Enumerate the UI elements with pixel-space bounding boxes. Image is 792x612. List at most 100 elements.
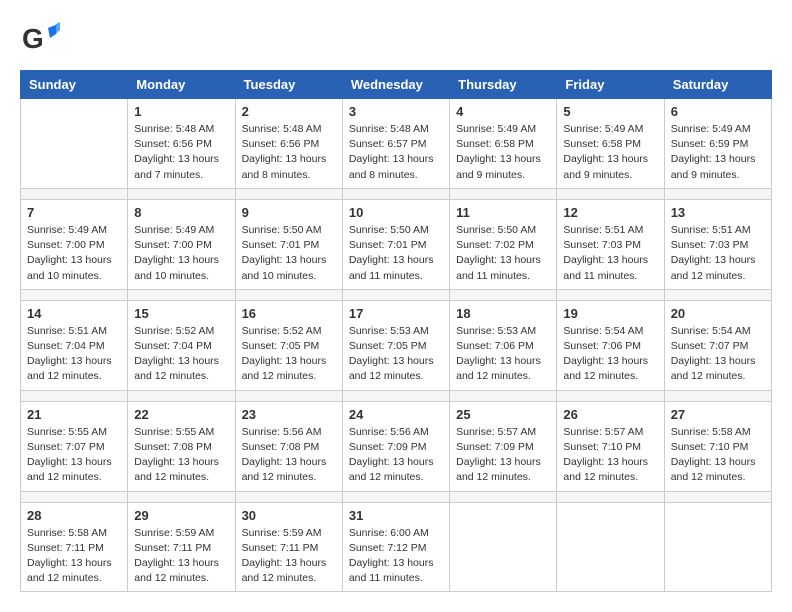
day-info: Sunrise: 5:48 AMSunset: 6:56 PMDaylight:… bbox=[242, 122, 336, 183]
day-info: Sunrise: 5:59 AMSunset: 7:11 PMDaylight:… bbox=[134, 526, 228, 587]
calendar-cell: 31 Sunrise: 6:00 AMSunset: 7:12 PMDayligh… bbox=[342, 502, 449, 592]
day-number: 24 bbox=[349, 407, 443, 422]
day-number: 11 bbox=[456, 205, 550, 220]
day-number: 31 bbox=[349, 508, 443, 523]
calendar-week-2: 7 Sunrise: 5:49 AMSunset: 7:00 PMDaylight… bbox=[21, 199, 772, 289]
day-number: 9 bbox=[242, 205, 336, 220]
day-header-monday: Monday bbox=[128, 71, 235, 99]
day-number: 14 bbox=[27, 306, 121, 321]
calendar-cell: 19 Sunrise: 5:54 AMSunset: 7:06 PMDayligh… bbox=[557, 300, 664, 390]
week-separator bbox=[21, 491, 772, 502]
calendar-cell: 21Sunrise: 5:55 AMSunset: 7:07 PMDayligh… bbox=[21, 401, 128, 491]
week-separator bbox=[21, 188, 772, 199]
day-header-wednesday: Wednesday bbox=[342, 71, 449, 99]
day-info: Sunrise: 5:51 AMSunset: 7:04 PMDaylight:… bbox=[27, 324, 121, 385]
day-info: Sunrise: 5:50 AMSunset: 7:01 PMDaylight:… bbox=[242, 223, 336, 284]
day-info: Sunrise: 6:00 AMSunset: 7:12 PMDaylight:… bbox=[349, 526, 443, 587]
day-number: 28 bbox=[27, 508, 121, 523]
calendar-cell: 25Sunrise: 5:57 AMSunset: 7:09 PMDayligh… bbox=[450, 401, 557, 491]
day-info: Sunrise: 5:51 AMSunset: 7:03 PMDaylight:… bbox=[671, 223, 765, 284]
calendar-cell: 7 Sunrise: 5:49 AMSunset: 7:00 PMDaylight… bbox=[21, 199, 128, 289]
calendar-cell: 28 Sunrise: 5:58 AMSunset: 7:11 PMDayligh… bbox=[21, 502, 128, 592]
calendar-cell: 15 Sunrise: 5:52 AMSunset: 7:04 PMDayligh… bbox=[128, 300, 235, 390]
day-info: Sunrise: 5:49 AMSunset: 6:58 PMDaylight:… bbox=[563, 122, 657, 183]
day-number: 21 bbox=[27, 407, 121, 422]
week-separator bbox=[21, 289, 772, 300]
day-info: Sunrise: 5:49 AMSunset: 7:00 PMDaylight:… bbox=[27, 223, 121, 284]
calendar-cell: 2 Sunrise: 5:48 AMSunset: 6:56 PMDaylight… bbox=[235, 99, 342, 189]
day-info: Sunrise: 5:49 AMSunset: 6:59 PMDaylight:… bbox=[671, 122, 765, 183]
day-info: Sunrise: 5:56 AMSunset: 7:09 PMDaylight:… bbox=[349, 425, 443, 486]
calendar-cell: 17Sunrise: 5:53 AMSunset: 7:05 PMDayligh… bbox=[342, 300, 449, 390]
day-info: Sunrise: 5:52 AMSunset: 7:05 PMDaylight:… bbox=[242, 324, 336, 385]
day-info: Sunrise: 5:48 AMSunset: 6:56 PMDaylight:… bbox=[134, 122, 228, 183]
calendar-cell: 3 Sunrise: 5:48 AMSunset: 6:57 PMDaylight… bbox=[342, 99, 449, 189]
calendar-cell: 5 Sunrise: 5:49 AMSunset: 6:58 PMDaylight… bbox=[557, 99, 664, 189]
day-info: Sunrise: 5:50 AMSunset: 7:01 PMDaylight:… bbox=[349, 223, 443, 284]
page-header: G bbox=[20, 20, 772, 60]
calendar-week-5: 28 Sunrise: 5:58 AMSunset: 7:11 PMDayligh… bbox=[21, 502, 772, 592]
day-number: 3 bbox=[349, 104, 443, 119]
calendar-cell: 9 Sunrise: 5:50 AMSunset: 7:01 PMDaylight… bbox=[235, 199, 342, 289]
day-number: 2 bbox=[242, 104, 336, 119]
day-number: 5 bbox=[563, 104, 657, 119]
day-number: 4 bbox=[456, 104, 550, 119]
day-info: Sunrise: 5:55 AMSunset: 7:08 PMDaylight:… bbox=[134, 425, 228, 486]
day-info: Sunrise: 5:58 AMSunset: 7:11 PMDaylight:… bbox=[27, 526, 121, 587]
day-number: 22 bbox=[134, 407, 228, 422]
day-number: 25 bbox=[456, 407, 550, 422]
calendar-week-3: 14 Sunrise: 5:51 AMSunset: 7:04 PMDayligh… bbox=[21, 300, 772, 390]
calendar-cell: 10 Sunrise: 5:50 AMSunset: 7:01 PMDayligh… bbox=[342, 199, 449, 289]
calendar-cell: 4 Sunrise: 5:49 AMSunset: 6:58 PMDaylight… bbox=[450, 99, 557, 189]
day-number: 13 bbox=[671, 205, 765, 220]
svg-text:G: G bbox=[22, 23, 44, 54]
day-number: 23 bbox=[242, 407, 336, 422]
day-info: Sunrise: 5:49 AMSunset: 7:00 PMDaylight:… bbox=[134, 223, 228, 284]
day-info: Sunrise: 5:48 AMSunset: 6:57 PMDaylight:… bbox=[349, 122, 443, 183]
calendar-cell: 20Sunrise: 5:54 AMSunset: 7:07 PMDayligh… bbox=[664, 300, 771, 390]
day-info: Sunrise: 5:50 AMSunset: 7:02 PMDaylight:… bbox=[456, 223, 550, 284]
day-number: 27 bbox=[671, 407, 765, 422]
day-number: 17 bbox=[349, 306, 443, 321]
calendar-cell: 6Sunrise: 5:49 AMSunset: 6:59 PMDaylight… bbox=[664, 99, 771, 189]
calendar-cell: 23Sunrise: 5:56 AMSunset: 7:08 PMDayligh… bbox=[235, 401, 342, 491]
calendar-cell: 12Sunrise: 5:51 AMSunset: 7:03 PMDayligh… bbox=[557, 199, 664, 289]
calendar-cell: 22 Sunrise: 5:55 AMSunset: 7:08 PMDayligh… bbox=[128, 401, 235, 491]
day-header-saturday: Saturday bbox=[664, 71, 771, 99]
logo-icon: G bbox=[20, 20, 60, 60]
day-number: 30 bbox=[242, 508, 336, 523]
day-info: Sunrise: 5:58 AMSunset: 7:10 PMDaylight:… bbox=[671, 425, 765, 486]
calendar-header: SundayMondayTuesdayWednesdayThursdayFrid… bbox=[21, 71, 772, 99]
day-number: 20 bbox=[671, 306, 765, 321]
calendar-cell bbox=[664, 502, 771, 592]
day-info: Sunrise: 5:54 AMSunset: 7:06 PMDaylight:… bbox=[563, 324, 657, 385]
day-header-friday: Friday bbox=[557, 71, 664, 99]
calendar-cell bbox=[21, 99, 128, 189]
calendar-cell: 26Sunrise: 5:57 AMSunset: 7:10 PMDayligh… bbox=[557, 401, 664, 491]
day-header-tuesday: Tuesday bbox=[235, 71, 342, 99]
calendar-cell bbox=[557, 502, 664, 592]
day-number: 8 bbox=[134, 205, 228, 220]
day-header-sunday: Sunday bbox=[21, 71, 128, 99]
calendar-cell bbox=[450, 502, 557, 592]
day-info: Sunrise: 5:52 AMSunset: 7:04 PMDaylight:… bbox=[134, 324, 228, 385]
calendar-week-1: 1 Sunrise: 5:48 AMSunset: 6:56 PMDaylight… bbox=[21, 99, 772, 189]
day-number: 15 bbox=[134, 306, 228, 321]
calendar-cell: 29 Sunrise: 5:59 AMSunset: 7:11 PMDayligh… bbox=[128, 502, 235, 592]
day-number: 7 bbox=[27, 205, 121, 220]
calendar-week-4: 21Sunrise: 5:55 AMSunset: 7:07 PMDayligh… bbox=[21, 401, 772, 491]
day-info: Sunrise: 5:49 AMSunset: 6:58 PMDaylight:… bbox=[456, 122, 550, 183]
day-number: 10 bbox=[349, 205, 443, 220]
calendar-cell: 30 Sunrise: 5:59 AMSunset: 7:11 PMDayligh… bbox=[235, 502, 342, 592]
calendar-cell: 16Sunrise: 5:52 AMSunset: 7:05 PMDayligh… bbox=[235, 300, 342, 390]
day-number: 29 bbox=[134, 508, 228, 523]
calendar-cell: 27 Sunrise: 5:58 AMSunset: 7:10 PMDayligh… bbox=[664, 401, 771, 491]
day-info: Sunrise: 5:53 AMSunset: 7:06 PMDaylight:… bbox=[456, 324, 550, 385]
day-header-thursday: Thursday bbox=[450, 71, 557, 99]
day-info: Sunrise: 5:59 AMSunset: 7:11 PMDaylight:… bbox=[242, 526, 336, 587]
calendar-cell: 13 Sunrise: 5:51 AMSunset: 7:03 PMDayligh… bbox=[664, 199, 771, 289]
calendar-cell: 18Sunrise: 5:53 AMSunset: 7:06 PMDayligh… bbox=[450, 300, 557, 390]
day-number: 1 bbox=[134, 104, 228, 119]
day-number: 19 bbox=[563, 306, 657, 321]
calendar-cell: 14 Sunrise: 5:51 AMSunset: 7:04 PMDayligh… bbox=[21, 300, 128, 390]
